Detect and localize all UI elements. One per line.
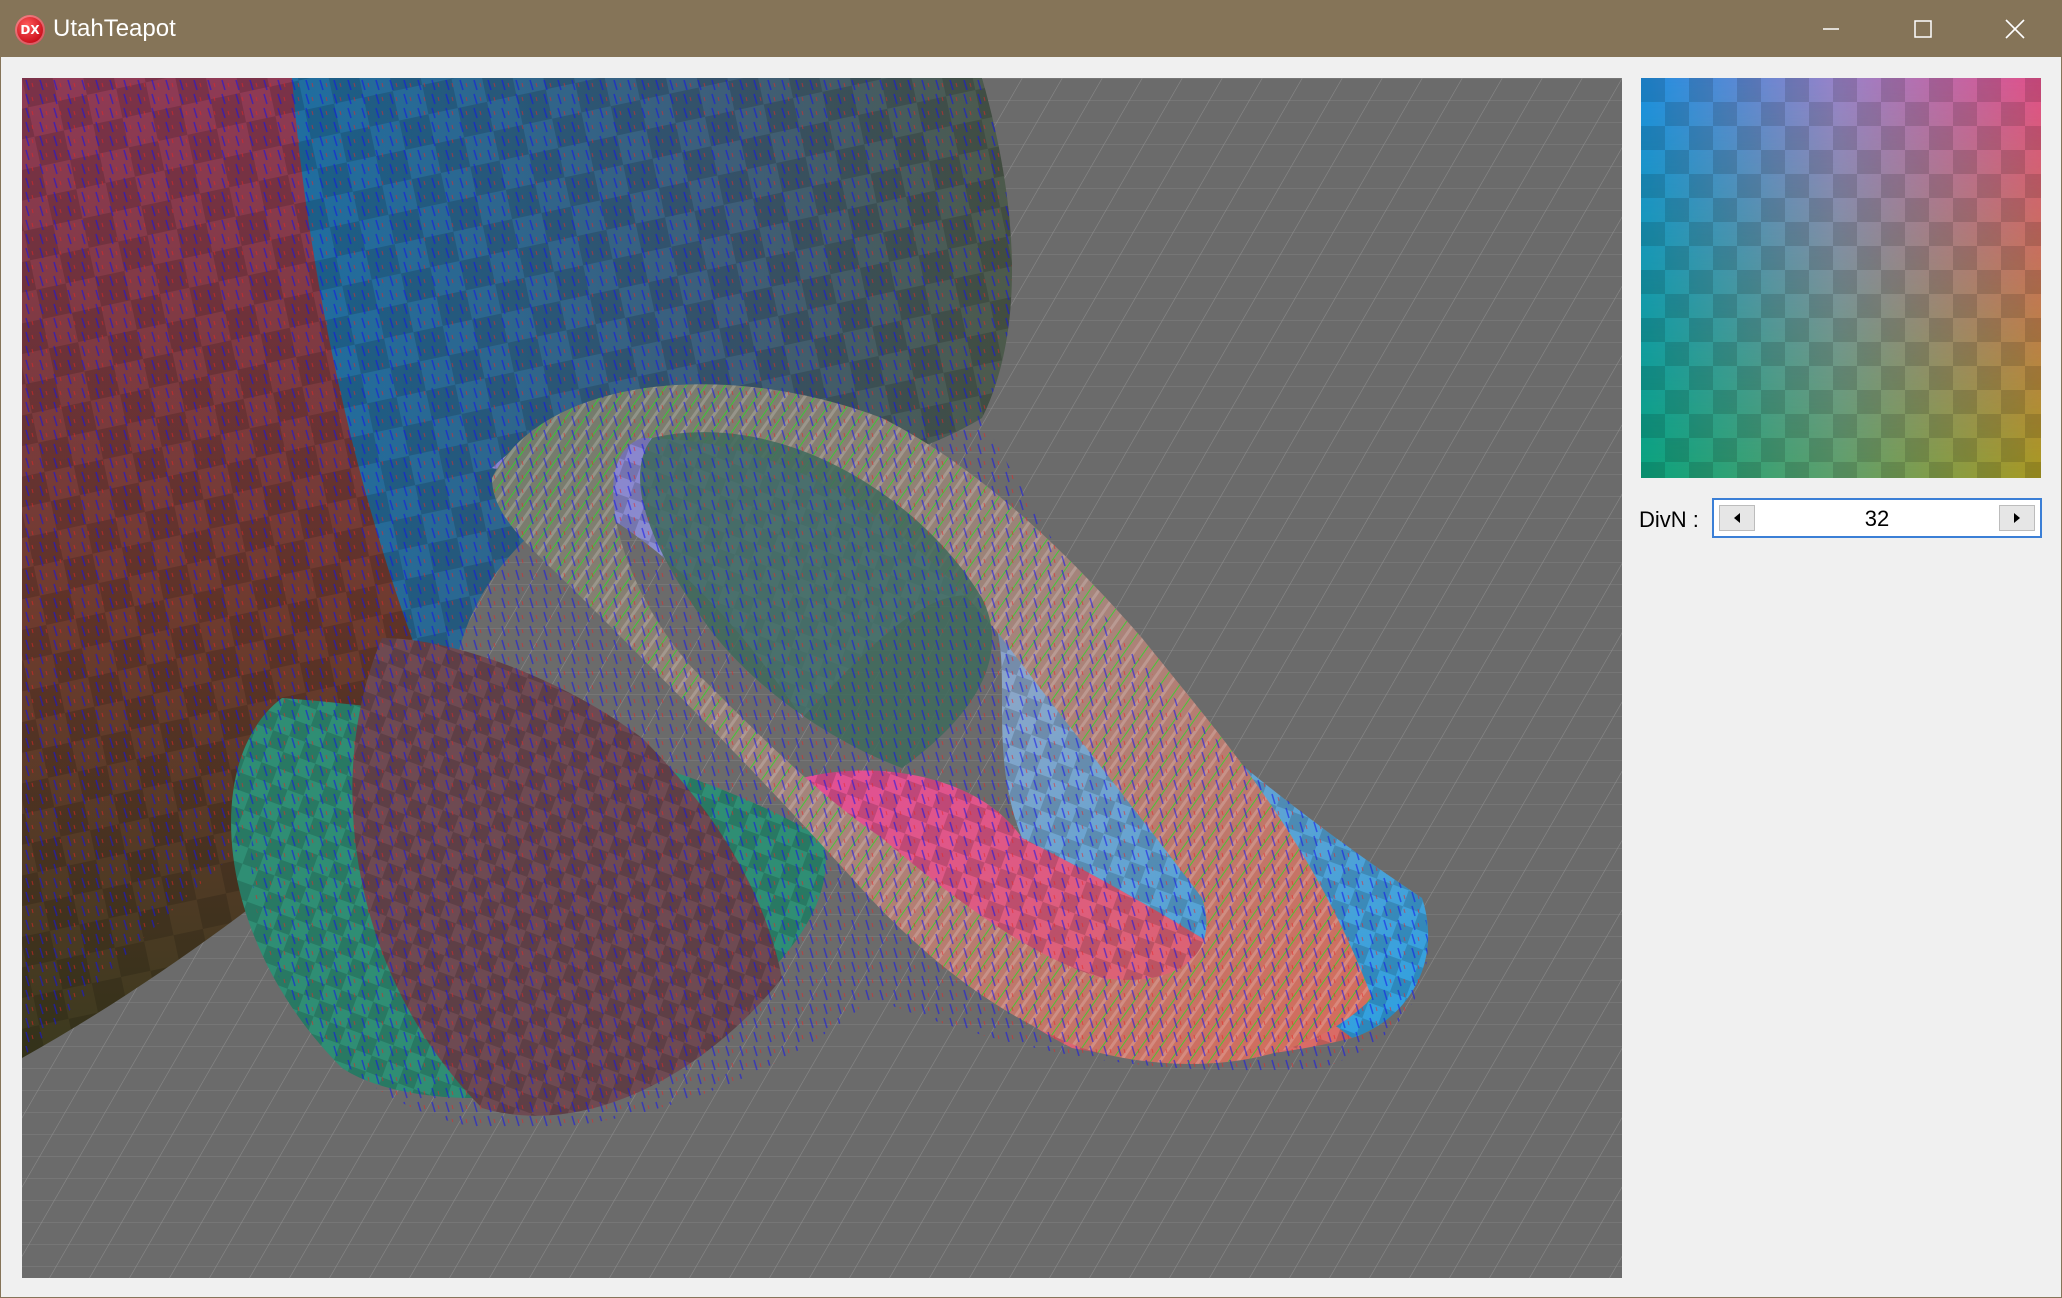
minimize-button[interactable] — [1785, 1, 1877, 57]
arrow-right-icon — [2014, 513, 2020, 523]
decrement-button[interactable] — [1719, 505, 1755, 531]
maximize-button[interactable] — [1877, 1, 1969, 57]
divn-label: DivN : — [1639, 507, 1699, 532]
increment-button[interactable] — [1999, 505, 2035, 531]
divn-value[interactable]: 32 — [1762, 506, 1992, 532]
close-button[interactable] — [1969, 1, 2061, 57]
divn-spinner[interactable]: 32 — [1712, 498, 2042, 538]
color-palette — [1641, 78, 2041, 478]
3d-viewport[interactable] — [22, 78, 1622, 1278]
close-icon — [2005, 19, 2025, 39]
app-window: DX UtahTeapot DivN: 32 — [0, 0, 2062, 1298]
app-icon-label: DX — [20, 23, 40, 37]
title-bar[interactable]: DX UtahTeapot — [1, 1, 2061, 57]
maximize-icon — [1914, 20, 1932, 38]
window-title: UtahTeapot — [53, 15, 176, 42]
uv-gradient-swatch — [1641, 78, 2041, 478]
arrow-left-icon — [1734, 513, 1740, 523]
minimize-icon — [1823, 28, 1839, 30]
teapot-render — [22, 78, 1622, 1278]
dx-logo-icon: DX — [15, 15, 45, 45]
